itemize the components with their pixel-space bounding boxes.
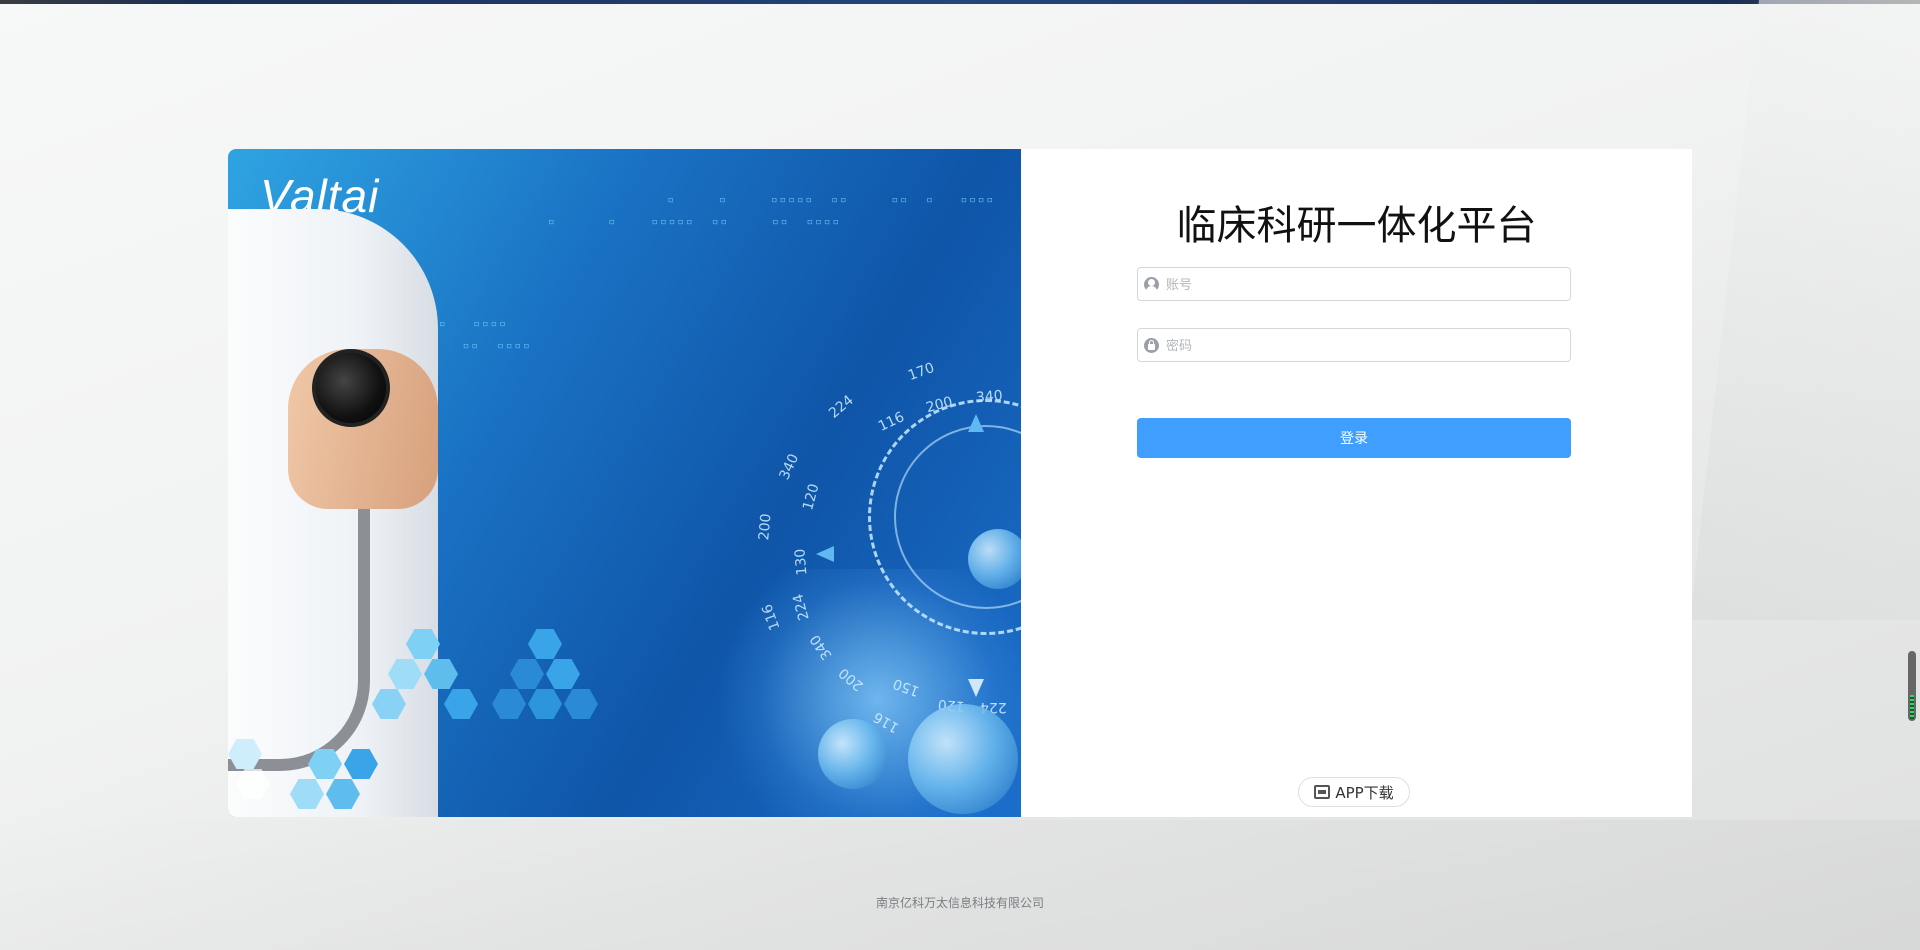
- hero-dot-pattern: ▫ ▫ ▫▫▫▫▫ ▫▫ ▫▫ ▫ ▫▫▫▫: [633, 193, 996, 206]
- account-field[interactable]: [1137, 267, 1571, 302]
- password-input[interactable]: [1164, 329, 1568, 363]
- dial-number: 130: [792, 547, 811, 577]
- molecule-sphere: [908, 704, 1018, 814]
- account-input[interactable]: [1164, 268, 1568, 302]
- user-icon: [1144, 277, 1159, 292]
- hero-image: Valtai ▫ ▫ ▫▫▫▫▫ ▫▫ ▫▫ ▫ ▫▫▫▫ ▫ ▫ ▫▫▫▫▫ …: [228, 149, 1021, 817]
- browser-top-strip: [0, 0, 1920, 4]
- hero-dot-pattern: ▫ ▫ ▫▫▫▫▫ ▫▫ ▫▫ ▫▫▫▫: [548, 215, 842, 228]
- dial-arrow-icon: [968, 414, 984, 432]
- background-shade: [0, 820, 1920, 950]
- app-download-button[interactable]: APP下载: [1298, 777, 1410, 807]
- molecule-sphere: [818, 719, 888, 789]
- dial-number: 116: [875, 409, 907, 435]
- dial-arrow-icon: [968, 679, 984, 697]
- password-field[interactable]: [1137, 328, 1571, 363]
- scroll-indicator: [1910, 695, 1914, 719]
- hexagon-shape: [546, 659, 580, 689]
- login-form-panel: 临床科研一体化平台 登录 APP下载: [1021, 149, 1692, 817]
- lock-icon: [1144, 338, 1159, 353]
- footer-company: 南京亿科万太信息科技有限公司: [875, 896, 1044, 910]
- hexagon-shape: [510, 659, 544, 689]
- background-shape: [1690, 0, 1920, 620]
- hexagon-shape: [444, 689, 478, 719]
- dial-arrow-icon: [816, 546, 834, 562]
- hexagon-shape: [492, 689, 526, 719]
- login-button[interactable]: 登录: [1137, 418, 1571, 458]
- login-card: Valtai ▫ ▫ ▫▫▫▫▫ ▫▫ ▫▫ ▫ ▫▫▫▫ ▫ ▫ ▫▫▫▫▫ …: [228, 149, 1692, 817]
- page-title: 临床科研一体化平台: [1176, 203, 1537, 249]
- dial-number: 340: [975, 387, 1004, 407]
- hexagon-shape: [528, 689, 562, 719]
- dial-number: 340: [776, 451, 803, 483]
- dial-number: 170: [906, 359, 937, 385]
- dial-number: 200: [756, 512, 775, 542]
- app-download-label: APP下载: [1335, 783, 1394, 802]
- hexagon-shape: [564, 689, 598, 719]
- molecule-sphere: [968, 529, 1021, 589]
- dial-number: 224: [825, 392, 857, 422]
- hexagon-shape: [528, 629, 562, 659]
- mobile-app-icon: [1314, 785, 1331, 799]
- dial-number: 120: [800, 482, 823, 512]
- stethoscope-icon: [312, 349, 390, 427]
